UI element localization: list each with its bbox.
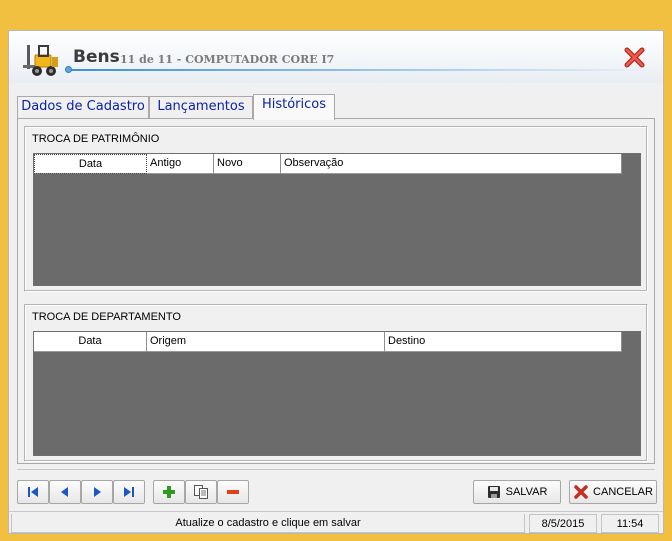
window-header: Bens 11 de 11 - COMPUTADOR CORE I7	[9, 31, 663, 83]
tab-lancamentos[interactable]: Lançamentos	[149, 96, 253, 118]
departamento-group: TROCA DE DEPARTAMENTO Data Origem Destin…	[24, 304, 648, 462]
header-dot	[65, 66, 72, 73]
copy-icon	[194, 485, 208, 499]
tab-historicos[interactable]: Históricos	[253, 94, 335, 120]
column-header-data[interactable]: Data	[34, 154, 147, 174]
departamento-grid-header: Data Origem Destino	[34, 332, 622, 352]
tab-label: Dados de Cadastro	[21, 99, 145, 114]
plus-icon	[163, 486, 175, 498]
header-divider	[69, 69, 659, 71]
departamento-grid[interactable]: Data Origem Destino	[33, 331, 641, 456]
toolbar-separator	[17, 469, 655, 470]
cancel-button[interactable]: CANCELAR	[569, 480, 657, 504]
column-header-data[interactable]: Data	[34, 332, 147, 352]
previous-record-icon	[61, 487, 68, 497]
first-record-button[interactable]	[17, 480, 49, 504]
last-record-icon	[124, 487, 134, 497]
remove-record-button[interactable]	[217, 480, 249, 504]
next-record-icon	[94, 487, 101, 497]
next-record-button[interactable]	[81, 480, 113, 504]
patrimonio-group: TROCA DE PATRIMÔNIO Data Antigo Novo Obs…	[24, 126, 648, 292]
add-record-button[interactable]	[153, 480, 185, 504]
tab-label: Históricos	[261, 97, 327, 112]
cancel-icon	[574, 485, 588, 499]
status-date: 8/5/2015	[529, 514, 597, 533]
patrimonio-grid-header: Data Antigo Novo Observação	[34, 154, 622, 174]
patrimonio-title: TROCA DE PATRIMÔNIO	[32, 133, 160, 145]
save-button[interactable]: SALVAR	[473, 480, 561, 504]
floppy-disk-icon	[487, 486, 500, 498]
column-header-origem[interactable]: Origem	[147, 332, 385, 352]
first-record-icon	[28, 487, 38, 497]
status-time: 11:54	[601, 514, 659, 533]
forklift-icon	[23, 45, 58, 76]
column-header-novo[interactable]: Novo	[214, 154, 281, 174]
close-button[interactable]	[623, 45, 647, 69]
column-header-destino[interactable]: Destino	[385, 332, 622, 352]
patrimonio-grid[interactable]: Data Antigo Novo Observação	[33, 153, 641, 286]
window-frame: Bens 11 de 11 - COMPUTADOR CORE I7 Dados…	[8, 30, 664, 534]
window-subtitle: 11 de 11 - COMPUTADOR CORE I7	[120, 53, 335, 66]
tab-dados-cadastro[interactable]: Dados de Cadastro	[17, 96, 149, 118]
cancel-label: CANCELAR	[593, 486, 653, 498]
departamento-title: TROCA DE DEPARTAMENTO	[32, 311, 181, 323]
column-header-observacao[interactable]: Observação	[281, 154, 622, 174]
column-header-antigo[interactable]: Antigo	[147, 154, 214, 174]
save-label: SALVAR	[505, 486, 548, 498]
close-icon	[624, 47, 645, 68]
status-message: Atualize o cadastro e clique em salvar	[11, 514, 525, 533]
tab-label: Lançamentos	[157, 99, 245, 114]
copy-record-button[interactable]	[185, 480, 217, 504]
window-title: Bens	[73, 47, 120, 67]
last-record-button[interactable]	[113, 480, 145, 504]
previous-record-button[interactable]	[49, 480, 81, 504]
status-bar: Atualize o cadastro e clique em salvar 8…	[9, 511, 663, 533]
minus-icon	[227, 490, 239, 494]
